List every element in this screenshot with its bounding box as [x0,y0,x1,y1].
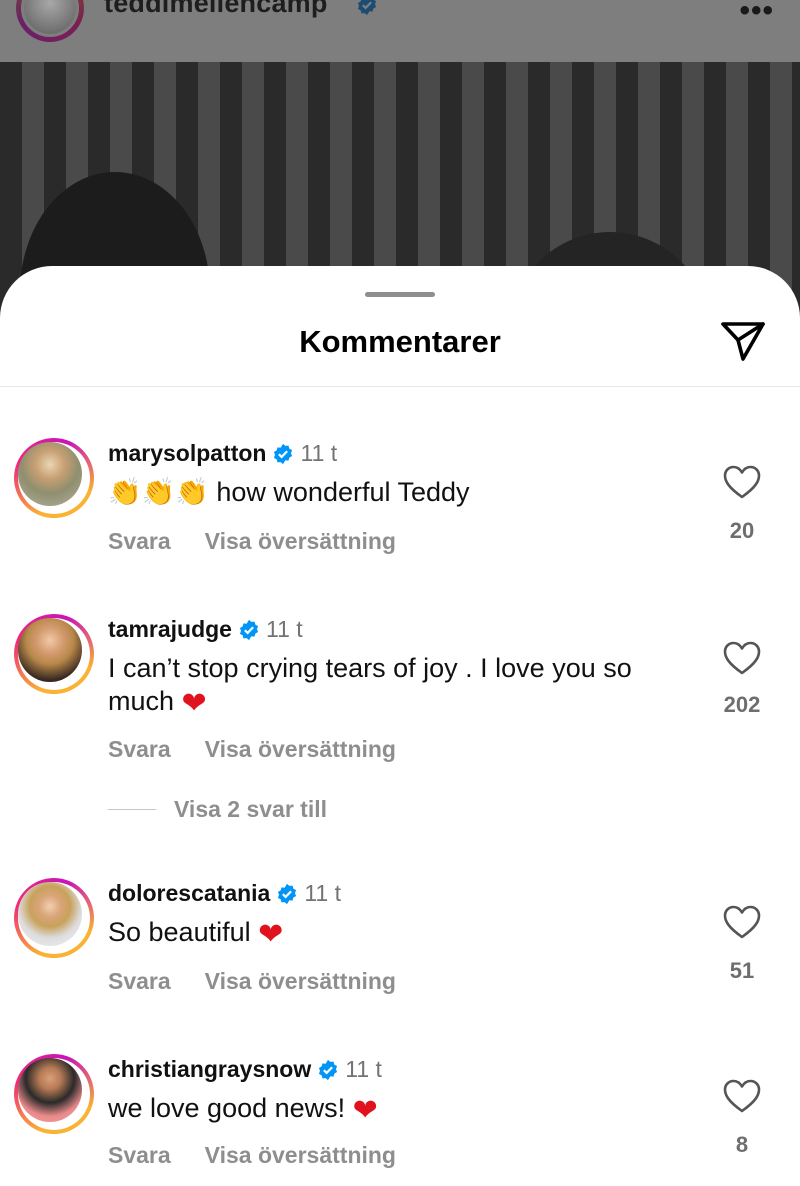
like-count: 51 [729,958,755,983]
sheet-grabber-handle[interactable] [365,292,435,297]
verified-badge-icon [278,883,297,904]
like-count: 202 [723,692,761,717]
commenter-username[interactable]: marysolpatton [108,440,266,467]
verified-badge-icon [357,0,377,16]
reply-button[interactable]: Svara [108,1142,171,1169]
red-heart-emoji: ❤ [352,1093,378,1128]
comment-header: dolorescatania 11 t [108,880,341,907]
comment-actions: Svara Visa översättning [108,736,396,763]
commenter-avatar[interactable] [14,1054,94,1134]
reply-button[interactable]: Svara [108,968,171,995]
comment-timestamp: 11 t [304,880,341,906]
red-heart-emoji: ❤ [258,917,284,952]
view-replies-button[interactable]: Visa 2 svar till [174,796,327,823]
translate-button[interactable]: Visa översättning [205,736,396,763]
comment-text: we love good news! ❤ [108,1092,688,1127]
translate-button[interactable]: Visa översättning [205,968,396,995]
heart-icon[interactable] [722,1078,762,1114]
translate-button[interactable]: Visa översättning [205,528,396,555]
more-dots-icon[interactable]: ••• [739,0,774,28]
post-author-username[interactable]: teddimellencamp [104,0,328,19]
heart-icon[interactable] [722,904,762,940]
translate-button[interactable]: Visa översättning [205,1142,396,1169]
comment-header: christiangraysnow 11 t [108,1056,382,1083]
comment-body: how wonderful Teddy [216,477,470,507]
like-count: 20 [729,518,755,543]
verified-badge-icon [239,619,259,640]
comment-text: So beautiful ❤ [108,916,688,951]
comment-text: I can’t stop crying tears of joy . I lov… [108,652,668,720]
commenter-username[interactable]: tamrajudge [108,616,232,643]
comment-actions: Svara Visa översättning [108,968,396,995]
heart-icon[interactable] [722,640,762,676]
comment-header: tamrajudge 11 t [108,616,303,643]
replies-divider-line [108,809,156,810]
reply-button[interactable]: Svara [108,528,171,555]
view-more-replies[interactable]: Visa 2 svar till [108,796,327,823]
commenter-avatar[interactable] [14,438,94,518]
commenter-avatar[interactable] [14,878,94,958]
send-icon[interactable] [720,320,766,362]
sheet-title: Kommentarer [299,324,501,359]
comment-header: marysolpatton 11 t [108,440,337,467]
verified-badge-icon [274,443,293,464]
red-heart-emoji: ❤ [181,686,207,721]
heart-icon[interactable] [722,464,762,500]
comment-actions: Svara Visa översättning [108,1142,396,1169]
comment-timestamp: 11 t [345,1056,382,1082]
verified-badge-icon [319,1059,338,1080]
comment-timestamp: 11 t [265,616,303,642]
comments-sheet: Kommentarer marysolpatton 11 t 👏👏👏 how w… [0,266,800,1186]
comment-actions: Svara Visa översättning [108,528,396,555]
commenter-username[interactable]: dolorescatania [108,880,270,907]
comment-text: 👏👏👏 how wonderful Teddy [108,476,688,509]
commenter-avatar[interactable] [14,614,94,694]
comment-body: we love good news! [108,1093,346,1123]
sheet-divider [0,386,800,387]
comment-timestamp: 11 t [300,440,338,466]
post-author-avatar[interactable] [16,0,84,42]
post-header: teddimellencamp ••• [0,0,800,62]
clapping-emoji: 👏👏👏 [108,477,209,508]
commenter-username[interactable]: christiangraysnow [108,1056,311,1083]
comment-body: So beautiful [108,917,251,947]
like-count: 8 [735,1132,749,1157]
reply-button[interactable]: Svara [108,736,171,763]
